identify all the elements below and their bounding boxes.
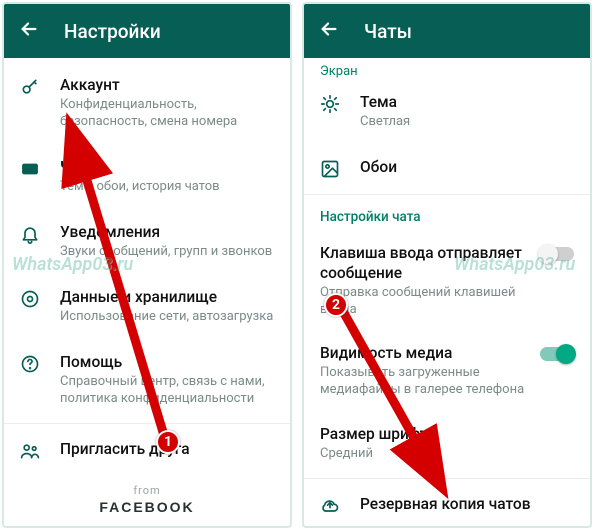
item-sub: Отправка сообщений клавишей ввода xyxy=(320,285,532,319)
chat-icon xyxy=(20,157,60,179)
back-icon[interactable] xyxy=(318,18,364,44)
back-icon[interactable] xyxy=(18,18,64,44)
item-sub: Использование сети, автозагрузка xyxy=(60,309,274,326)
step-badge-2: 2 xyxy=(324,293,348,317)
item-title: Обои xyxy=(360,157,574,177)
chat-backup-row[interactable]: Резервная копия чатов xyxy=(304,481,590,528)
section-display-cut: Экран xyxy=(304,58,590,79)
item-title: Резервная копия чатов xyxy=(360,494,574,514)
from-facebook: from FACEBOOK xyxy=(4,474,290,519)
appbar: Чаты xyxy=(304,4,590,58)
item-title: Тема xyxy=(360,92,574,112)
divider xyxy=(304,478,590,479)
settings-item-chats[interactable]: Чаты Тема, обои, история чатов xyxy=(4,144,290,209)
help-icon xyxy=(20,352,60,374)
item-title: Аккаунт xyxy=(60,75,274,95)
wallpaper-icon xyxy=(320,157,360,179)
media-visibility-switch[interactable] xyxy=(540,347,574,361)
key-icon xyxy=(20,75,60,97)
settings-screen: Настройки Аккаунт Конфиденциальность, бе… xyxy=(2,2,292,528)
enter-sends-row[interactable]: Клавиша ввода отправляет сообщение Отпра… xyxy=(304,231,590,331)
wallpaper-row[interactable]: Обои xyxy=(304,144,590,192)
settings-item-account[interactable]: Аккаунт Конфиденциальность, безопасность… xyxy=(4,62,290,144)
storage-icon xyxy=(20,287,60,309)
watermark: WhatsApp03.ru xyxy=(12,254,133,275)
item-sub: Показывать загруженные медиафайлы в гале… xyxy=(320,365,532,399)
section-chat-settings: Настройки чата xyxy=(304,197,590,231)
item-sub: Тема, обои, история чатов xyxy=(60,179,274,196)
settings-item-storage[interactable]: Данные и хранилище Использование сети, а… xyxy=(4,274,290,339)
item-sub: Светлая xyxy=(360,114,574,131)
bell-icon xyxy=(20,222,60,244)
font-size-row[interactable]: Размер шрифта Средний xyxy=(304,411,590,476)
item-title: Данные и хранилище xyxy=(60,287,274,307)
page-title: Настройки xyxy=(64,20,161,43)
item-title: Размер шрифта xyxy=(320,424,574,444)
appbar: Настройки xyxy=(4,4,290,58)
item-sub: Конфиденциальность, безопасность, смена … xyxy=(60,97,274,131)
theme-row[interactable]: Тема Светлая xyxy=(304,79,590,144)
divider xyxy=(4,423,290,424)
invite-friends[interactable]: Пригласить друга xyxy=(4,426,290,474)
item-title: Видимость медиа xyxy=(320,343,532,363)
divider xyxy=(304,194,590,195)
item-title: Помощь xyxy=(60,352,274,372)
item-sub: Справочный центр, связь с нами, политика… xyxy=(60,374,274,408)
item-title: Уведомления xyxy=(60,222,274,242)
item-title: Чаты xyxy=(60,157,274,177)
item-sub: Средний xyxy=(320,446,574,463)
watermark: WhatsApp03.ru xyxy=(454,254,575,275)
cloud-upload-icon xyxy=(320,494,360,516)
media-visibility-row[interactable]: Видимость медиа Показывать загруженные м… xyxy=(304,331,590,411)
chats-settings-screen: Чаты Экран Тема Светлая Обои Настройки ч… xyxy=(302,2,592,528)
step-badge-1: 1 xyxy=(156,430,180,454)
settings-item-help[interactable]: Помощь Справочный центр, связь с нами, п… xyxy=(4,339,290,421)
theme-icon xyxy=(320,92,360,114)
page-title: Чаты xyxy=(364,20,412,43)
people-icon xyxy=(20,439,60,461)
